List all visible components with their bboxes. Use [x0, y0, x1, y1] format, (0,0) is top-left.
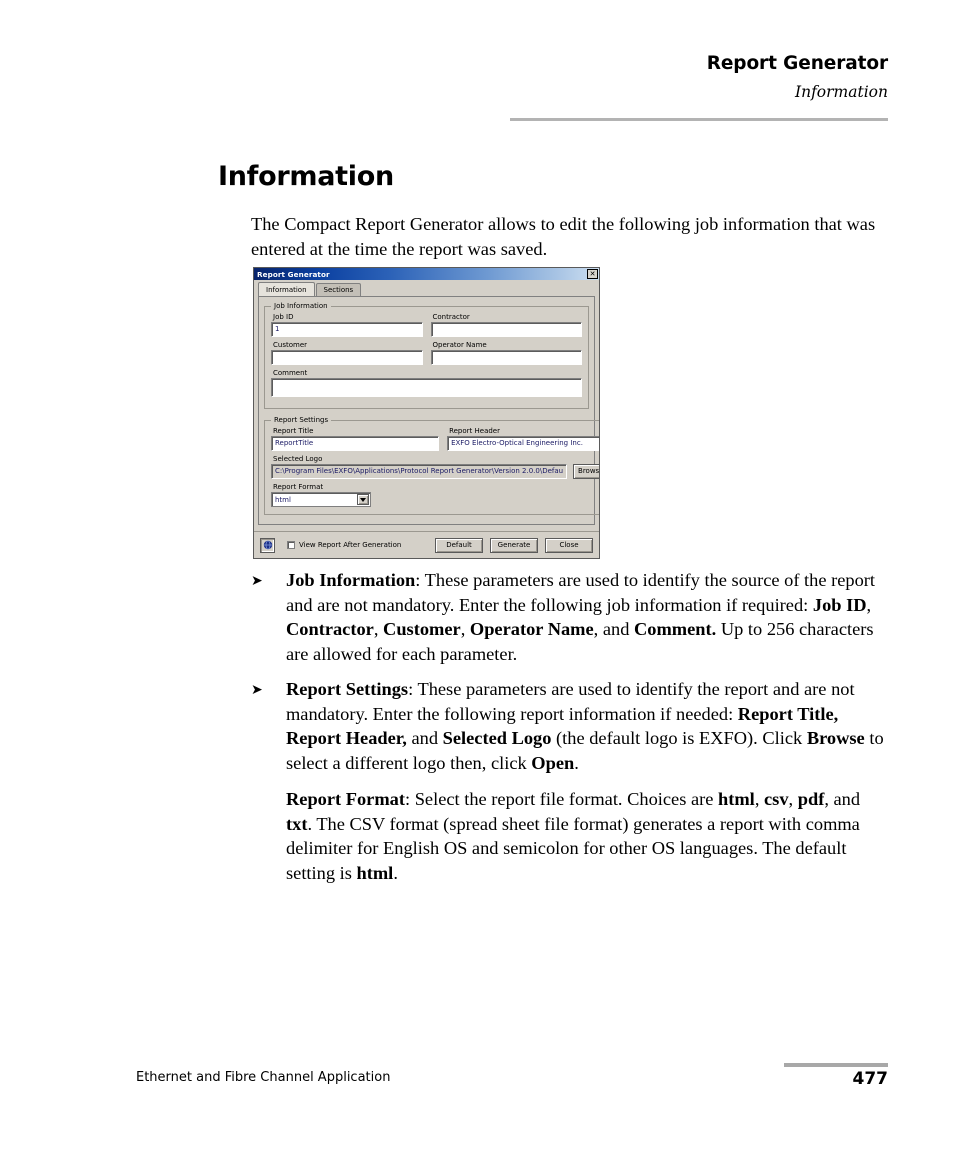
report-settings-group: Report Settings Report Title ReportTitle…: [264, 416, 599, 515]
default-button[interactable]: Default: [435, 537, 483, 553]
job-id-input[interactable]: 1: [271, 322, 423, 337]
dialog-tab-panel: Job Information Job ID 1 Contractor Cust…: [258, 296, 599, 525]
job-information-legend: Job Information: [274, 302, 328, 310]
report-header-label: Report Header: [449, 427, 500, 435]
report-title-field-wrap: Report Title ReportTitle: [271, 427, 440, 451]
view-report-checkbox[interactable]: [287, 541, 295, 549]
dialog-titlebar: Report Generator ✕: [254, 268, 599, 280]
tab-sections[interactable]: Sections: [315, 283, 362, 296]
selected-logo-field-wrap: Selected Logo C:\Program Files\EXFO\Appl…: [271, 455, 599, 479]
contractor-field-wrap: Contractor: [430, 313, 582, 337]
customer-label: Customer: [273, 341, 308, 349]
arrow-bullet-icon: ➤: [251, 682, 263, 698]
operator-name-field-wrap: Operator Name: [430, 341, 582, 365]
header-subtitle: Information: [794, 83, 888, 102]
job-id-field-wrap: Job ID 1: [271, 313, 423, 337]
footer-document-title: Ethernet and Fibre Channel Application: [136, 1070, 391, 1085]
view-report-after-generation-row[interactable]: View Report After Generation: [287, 541, 401, 549]
job-information-group: Job Information Job ID 1 Contractor Cust…: [264, 302, 589, 409]
report-header-input[interactable]: EXFO Electro-Optical Engineering Inc.: [447, 436, 599, 451]
report-settings-legend: Report Settings: [274, 416, 329, 424]
dialog-tabstrip: Information Sections: [254, 280, 599, 296]
dialog-title: Report Generator: [257, 269, 330, 279]
contractor-input[interactable]: [430, 322, 582, 337]
view-report-label: View Report After Generation: [299, 541, 402, 549]
comment-label: Comment: [273, 369, 308, 377]
report-format-label: Report Format: [273, 483, 324, 491]
intro-paragraph: The Compact Report Generator allows to e…: [251, 214, 876, 260]
header-title: Report Generator: [706, 53, 888, 74]
chevron-down-icon[interactable]: [357, 494, 369, 505]
report-generator-dialog-figure: Report Generator ✕ Information Sections …: [253, 267, 600, 559]
exfo-globe-icon[interactable]: [260, 537, 275, 553]
close-button[interactable]: Close: [545, 537, 593, 553]
job-id-label: Job ID: [273, 313, 294, 321]
arrow-bullet-icon: ➤: [251, 573, 263, 589]
dialog-action-buttons: Default Generate Close: [435, 537, 593, 553]
job-row-3: Comment: [271, 369, 582, 397]
browse-button[interactable]: Browse...: [573, 464, 599, 479]
report-format-field-wrap: Report Format html: [271, 483, 599, 507]
paragraph-report-format: Report Format: Select the report file fo…: [286, 789, 861, 883]
report-title-input[interactable]: ReportTitle: [271, 436, 440, 451]
tab-information[interactable]: Information: [258, 282, 315, 296]
bullet-report-settings: ➤ Report Settings: These parameters are …: [251, 677, 887, 775]
report-title-label: Report Title: [273, 427, 314, 435]
job-row-2: Customer Operator Name: [271, 341, 582, 365]
header-divider: [510, 118, 888, 121]
report-format-value: html: [275, 495, 291, 504]
page-number: 477: [852, 1069, 889, 1089]
dialog-footer-bar: View Report After Generation Default Gen…: [254, 531, 599, 558]
operator-name-input[interactable]: [430, 350, 582, 365]
selected-logo-label: Selected Logo: [273, 455, 323, 463]
bullet-report-settings-text: Report Settings: These parameters are us…: [286, 679, 884, 773]
operator-name-label: Operator Name: [432, 341, 487, 349]
customer-field-wrap: Customer: [271, 341, 423, 365]
selected-logo-path: C:\Program Files\EXFO\Applications\Proto…: [271, 464, 568, 479]
selected-logo-row: C:\Program Files\EXFO\Applications\Proto…: [271, 464, 599, 479]
comment-field-wrap: Comment: [271, 369, 582, 397]
report-settings-row-1: Report Title ReportTitle Report Header E…: [271, 427, 599, 451]
bullet-job-information-text: Job Information: These parameters are us…: [286, 570, 876, 664]
close-icon[interactable]: ✕: [587, 269, 598, 279]
footer-divider: [784, 1063, 888, 1067]
generate-button[interactable]: Generate: [490, 537, 538, 553]
customer-input[interactable]: [271, 350, 423, 365]
comment-input[interactable]: [271, 378, 582, 397]
report-header-field-wrap: Report Header EXFO Electro-Optical Engin…: [447, 427, 599, 451]
report-format-select[interactable]: html: [271, 492, 371, 507]
job-row-1: Job ID 1 Contractor: [271, 313, 582, 337]
running-header: Report Generator Information: [0, 52, 888, 103]
bullet-job-information: ➤ Job Information: These parameters are …: [251, 568, 887, 666]
page-title: Information: [218, 161, 394, 193]
contractor-label: Contractor: [432, 313, 470, 321]
